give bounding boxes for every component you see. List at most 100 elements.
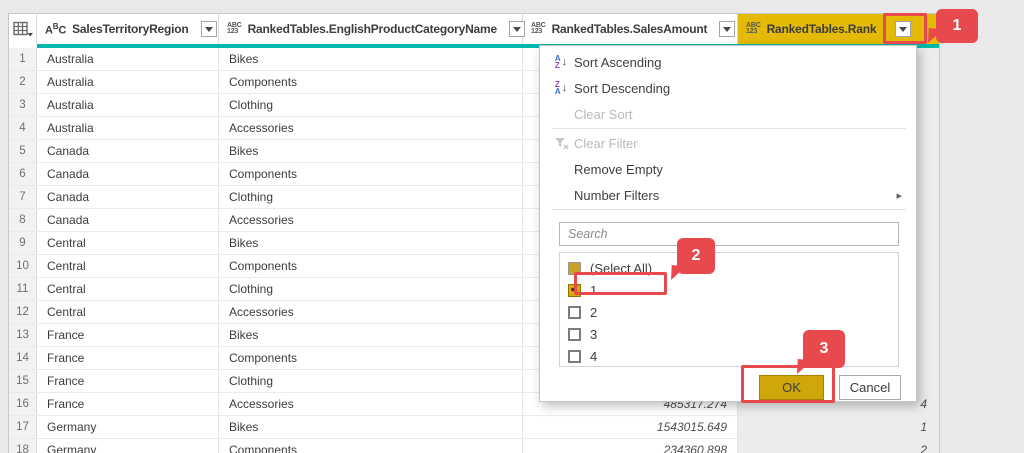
row-number[interactable]: 14 xyxy=(9,347,37,369)
filter-value-list: ✔ (Select All) ✔ 1 ✔ 2 ✔ 3 ✔ 4 xyxy=(559,252,899,367)
row-number[interactable]: 3 xyxy=(9,94,37,116)
annotation-step-2: 2 xyxy=(677,238,715,274)
column-title: RankedTables.Rank xyxy=(767,22,877,36)
submenu-arrow-icon: ▸ xyxy=(896,189,902,202)
table-header-row: ABC SalesTerritoryRegion ABC123 RankedTa… xyxy=(9,14,939,44)
cell-region[interactable]: Central xyxy=(37,301,219,323)
row-number[interactable]: 1 xyxy=(9,48,37,70)
menu-divider xyxy=(552,128,906,129)
cell-category[interactable]: Components xyxy=(219,255,523,277)
cell-category[interactable]: Clothing xyxy=(219,278,523,300)
filter-value-checkbox[interactable]: ✔ xyxy=(568,350,581,363)
table-row[interactable]: 18 Germany Components 234360.898 2 xyxy=(9,439,939,453)
menu-item-sort-ascending[interactable]: AZ↓ Sort Ascending xyxy=(540,49,916,75)
cell-category[interactable]: Components xyxy=(219,71,523,93)
annotation-step-1: 1 xyxy=(936,9,978,43)
cell-category[interactable]: Bikes xyxy=(219,48,523,70)
cell-region[interactable]: Central xyxy=(37,232,219,254)
cell-category[interactable]: Bikes xyxy=(219,416,523,438)
menu-item-remove-empty[interactable]: Remove Empty xyxy=(540,156,916,182)
table-row[interactable]: 17 Germany Bikes 1543015.649 1 xyxy=(9,416,939,439)
cell-category[interactable]: Clothing xyxy=(219,370,523,392)
filter-value-row[interactable]: ✔ 3 xyxy=(560,323,898,345)
row-number[interactable]: 11 xyxy=(9,278,37,300)
cell-category[interactable]: Clothing xyxy=(219,186,523,208)
row-number[interactable]: 7 xyxy=(9,186,37,208)
cell-region[interactable]: France xyxy=(37,393,219,415)
table-corner-menu-button[interactable] xyxy=(9,14,37,44)
menu-item-number-filters[interactable]: Number Filters ▸ xyxy=(540,182,916,208)
annotation-step-3: 3 xyxy=(803,330,845,368)
row-number[interactable]: 8 xyxy=(9,209,37,231)
row-number[interactable]: 17 xyxy=(9,416,37,438)
cell-region[interactable]: Central xyxy=(37,278,219,300)
cell-rank[interactable]: 1 xyxy=(738,416,939,438)
cell-category[interactable]: Components xyxy=(219,439,523,453)
row-number[interactable]: 15 xyxy=(9,370,37,392)
cell-category[interactable]: Clothing xyxy=(219,94,523,116)
cell-region[interactable]: Australia xyxy=(37,94,219,116)
row-number[interactable]: 5 xyxy=(9,140,37,162)
cell-category[interactable]: Components xyxy=(219,347,523,369)
row-number[interactable]: 6 xyxy=(9,163,37,185)
filter-value-label: 2 xyxy=(590,305,597,320)
filter-dropdown-button-amount[interactable] xyxy=(719,21,735,37)
row-number[interactable]: 12 xyxy=(9,301,37,323)
cell-category[interactable]: Accessories xyxy=(219,117,523,139)
cell-category[interactable]: Bikes xyxy=(219,232,523,254)
any-type-icon: ABC123 xyxy=(227,23,242,36)
row-number[interactable]: 16 xyxy=(9,393,37,415)
menu-item-clear-sort: Clear Sort xyxy=(540,101,916,127)
menu-item-sort-descending[interactable]: ZA↓ Sort Descending xyxy=(540,75,916,101)
any-type-icon: ABC123 xyxy=(531,23,546,36)
column-title: RankedTables.SalesAmount xyxy=(552,22,708,36)
cancel-button[interactable]: Cancel xyxy=(839,375,901,400)
cell-category[interactable]: Bikes xyxy=(219,324,523,346)
cell-region[interactable]: Canada xyxy=(37,163,219,185)
filter-value-row[interactable]: ✔ 2 xyxy=(560,301,898,323)
annotation-rect-dropdown xyxy=(883,13,927,44)
filter-value-checkbox[interactable]: ✔ xyxy=(568,328,581,341)
filter-search-input[interactable] xyxy=(559,222,899,246)
cell-region[interactable]: France xyxy=(37,370,219,392)
cell-region[interactable]: France xyxy=(37,324,219,346)
cell-category[interactable]: Bikes xyxy=(219,140,523,162)
column-filter-menu: AZ↓ Sort Ascending ZA↓ Sort Descending C… xyxy=(539,45,917,402)
sort-descending-icon: ZA↓ xyxy=(552,81,570,95)
table-grid-icon xyxy=(13,21,33,38)
sort-ascending-icon: AZ↓ xyxy=(552,55,570,69)
column-header-englishproductcategoryname[interactable]: ABC123 RankedTables.EnglishProductCatego… xyxy=(219,14,523,44)
cell-region[interactable]: Germany xyxy=(37,439,219,453)
cell-region[interactable]: Canada xyxy=(37,186,219,208)
column-title: SalesTerritoryRegion xyxy=(72,22,188,36)
row-number[interactable]: 2 xyxy=(9,71,37,93)
cell-salesamount[interactable]: 234360.898 xyxy=(523,439,738,453)
row-number[interactable]: 4 xyxy=(9,117,37,139)
text-type-icon: ABC xyxy=(45,22,66,37)
row-number[interactable]: 9 xyxy=(9,232,37,254)
cell-region[interactable]: Australia xyxy=(37,117,219,139)
menu-item-clear-filter: Clear Filter xyxy=(540,130,916,156)
cell-category[interactable]: Accessories xyxy=(219,301,523,323)
cell-region[interactable]: Australia xyxy=(37,48,219,70)
cell-category[interactable]: Accessories xyxy=(219,209,523,231)
row-number[interactable]: 10 xyxy=(9,255,37,277)
cell-region[interactable]: France xyxy=(37,347,219,369)
row-number[interactable]: 18 xyxy=(9,439,37,453)
cell-region[interactable]: Central xyxy=(37,255,219,277)
filter-dropdown-button-region[interactable] xyxy=(201,21,217,37)
filter-value-checkbox[interactable]: ✔ xyxy=(568,306,581,319)
row-number[interactable]: 13 xyxy=(9,324,37,346)
cell-region[interactable]: Germany xyxy=(37,416,219,438)
cell-region[interactable]: Canada xyxy=(37,209,219,231)
cell-region[interactable]: Australia xyxy=(37,71,219,93)
cell-region[interactable]: Canada xyxy=(37,140,219,162)
column-header-salesamount[interactable]: ABC123 RankedTables.SalesAmount xyxy=(523,14,738,44)
any-type-icon: ABC123 xyxy=(746,23,761,36)
cell-category[interactable]: Components xyxy=(219,163,523,185)
cell-rank[interactable]: 2 xyxy=(738,439,939,453)
filter-value-row[interactable]: ✔ 4 xyxy=(560,345,898,367)
cell-category[interactable]: Accessories xyxy=(219,393,523,415)
column-header-salesterritoryregion[interactable]: ABC SalesTerritoryRegion xyxy=(37,14,219,44)
cell-salesamount[interactable]: 1543015.649 xyxy=(523,416,738,438)
